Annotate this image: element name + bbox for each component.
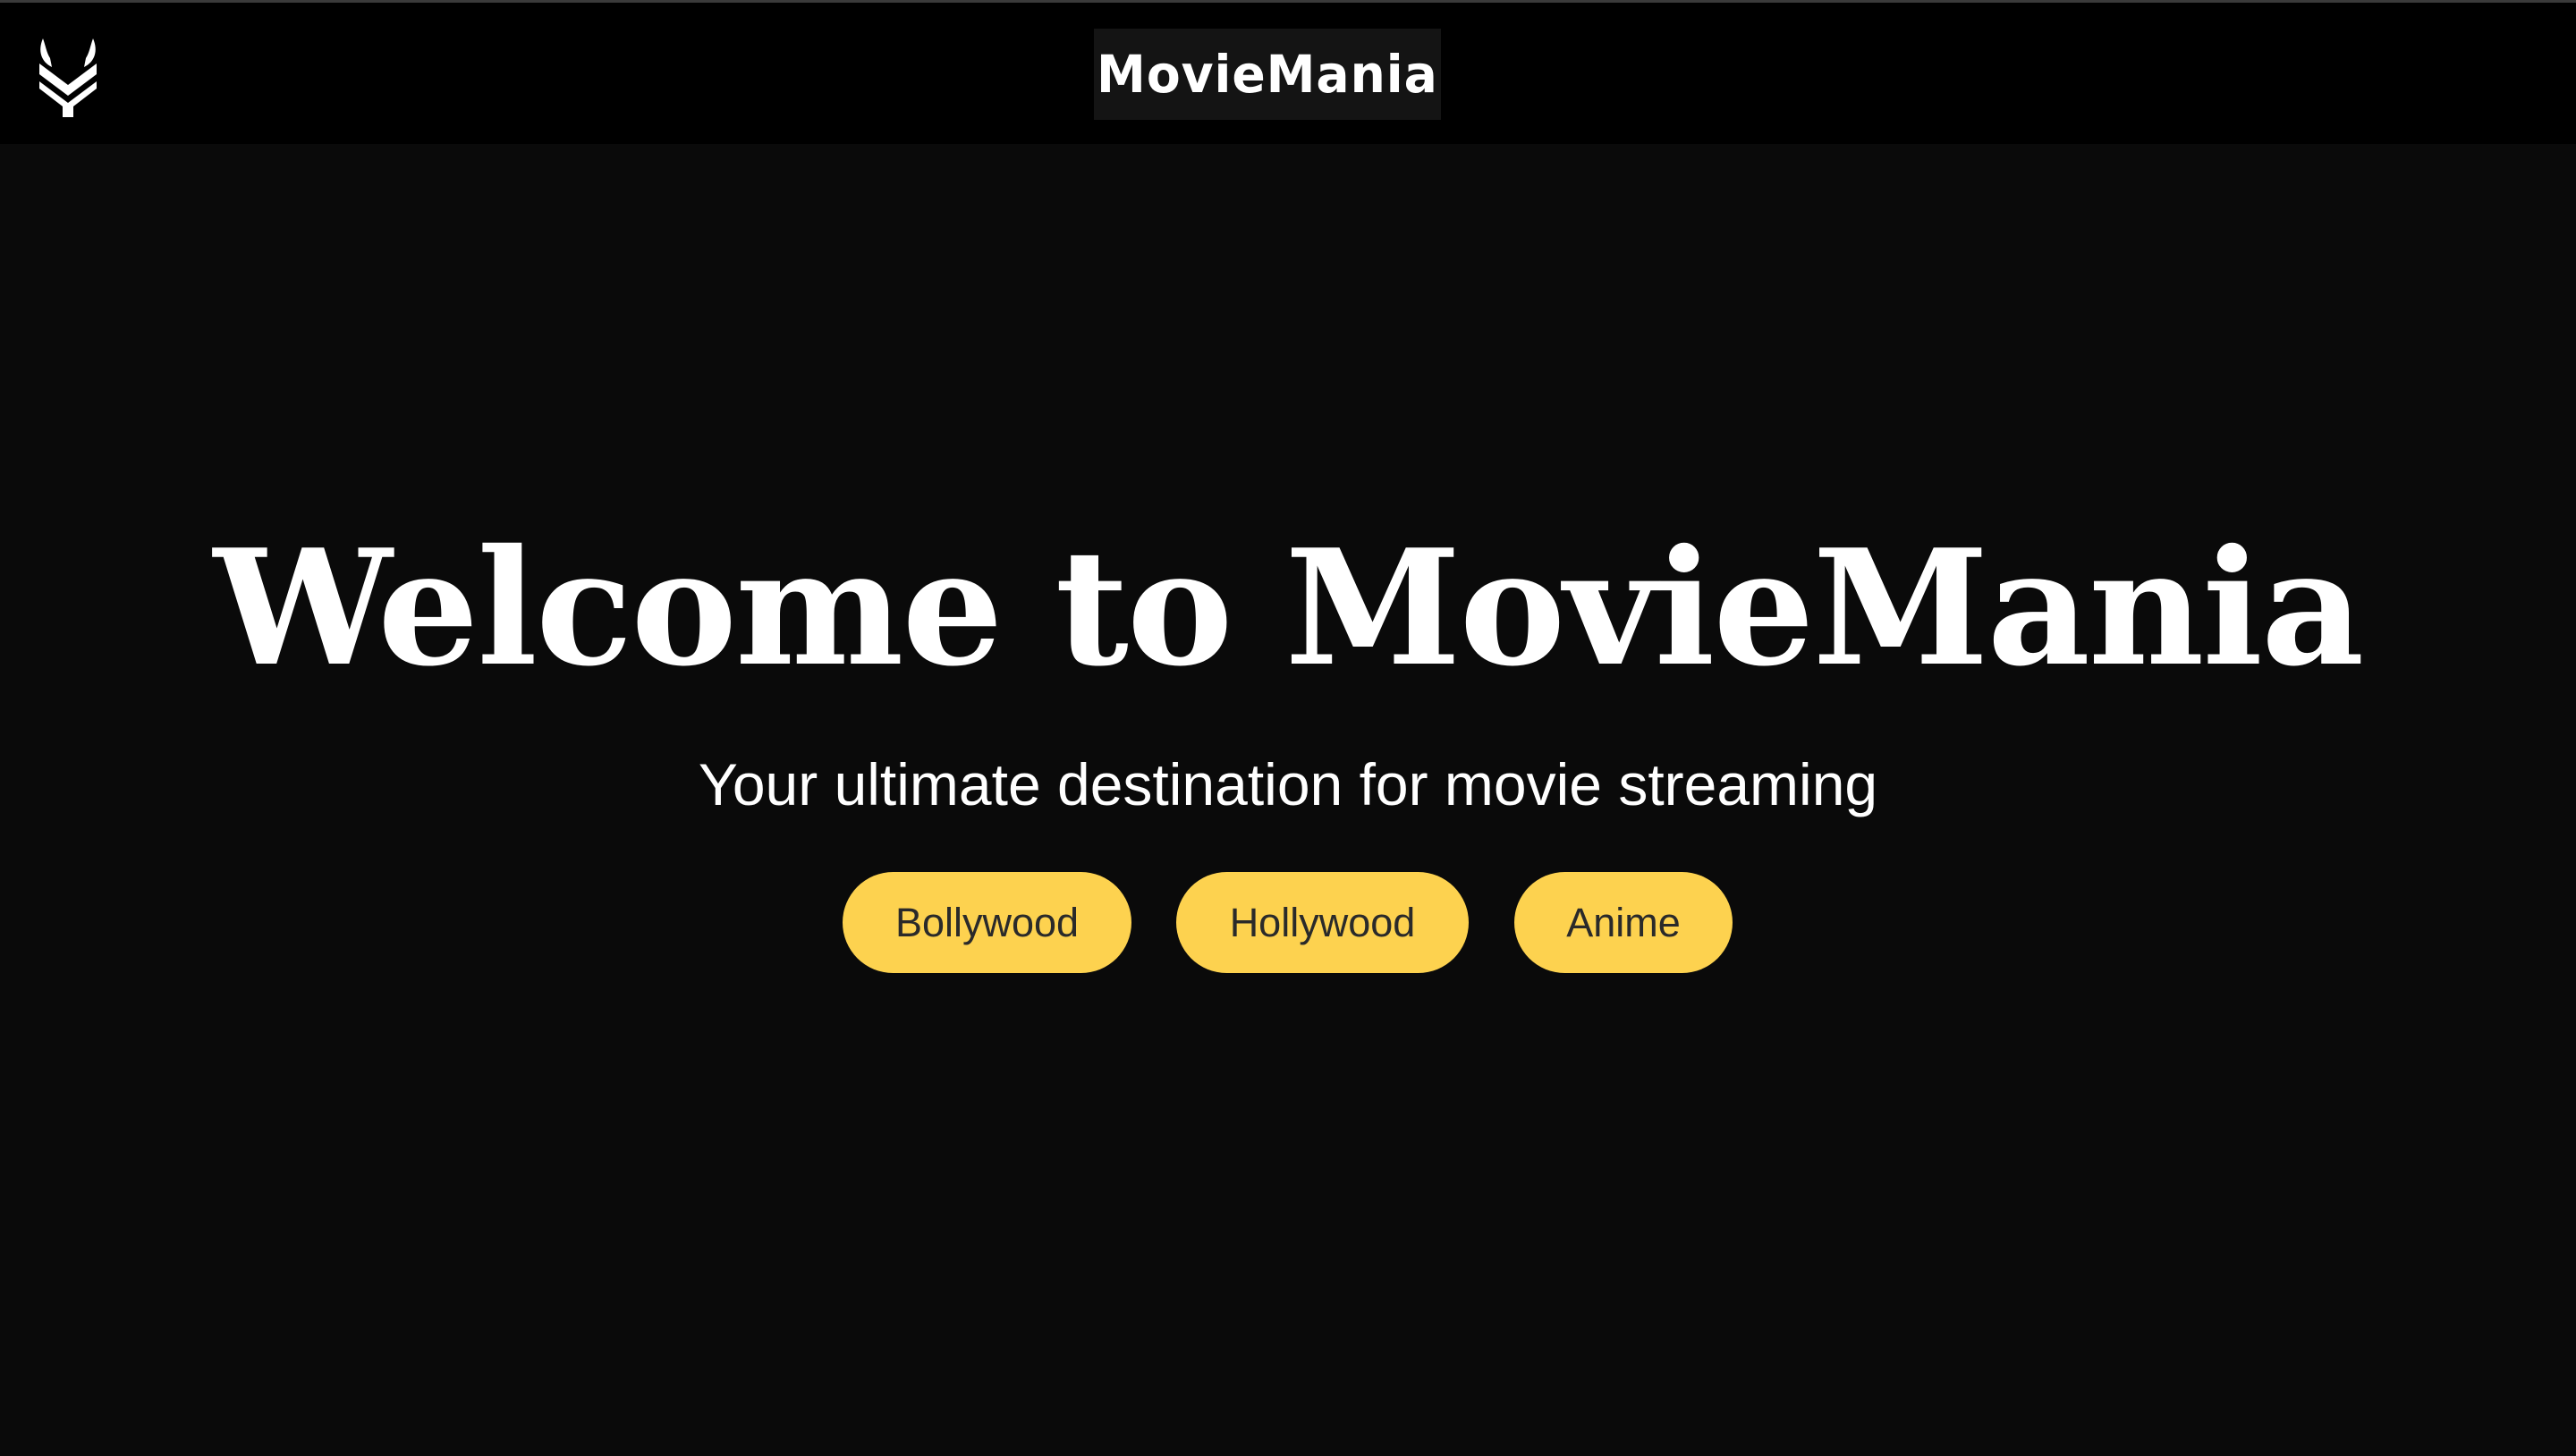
category-buttons: Bollywood Hollywood Anime <box>0 872 2576 975</box>
hollywood-button[interactable]: Hollywood <box>1176 872 1469 973</box>
horned-shield-logo-icon <box>39 38 97 117</box>
hero-subtitle: Your ultimate destination for movie stre… <box>698 751 1878 817</box>
brand-name: MovieMania <box>1097 44 1438 105</box>
anime-button[interactable]: Anime <box>1514 872 1733 973</box>
bollywood-button[interactable]: Bollywood <box>843 872 1131 973</box>
hero-title: Welcome to MovieMania <box>213 514 2365 701</box>
hero-section: Welcome to MovieMania Your ultimate dest… <box>0 144 2576 1456</box>
navbar: MovieMania <box>0 3 2576 144</box>
logo-icon[interactable] <box>34 31 102 117</box>
brand-logo[interactable]: MovieMania <box>1094 29 1441 120</box>
